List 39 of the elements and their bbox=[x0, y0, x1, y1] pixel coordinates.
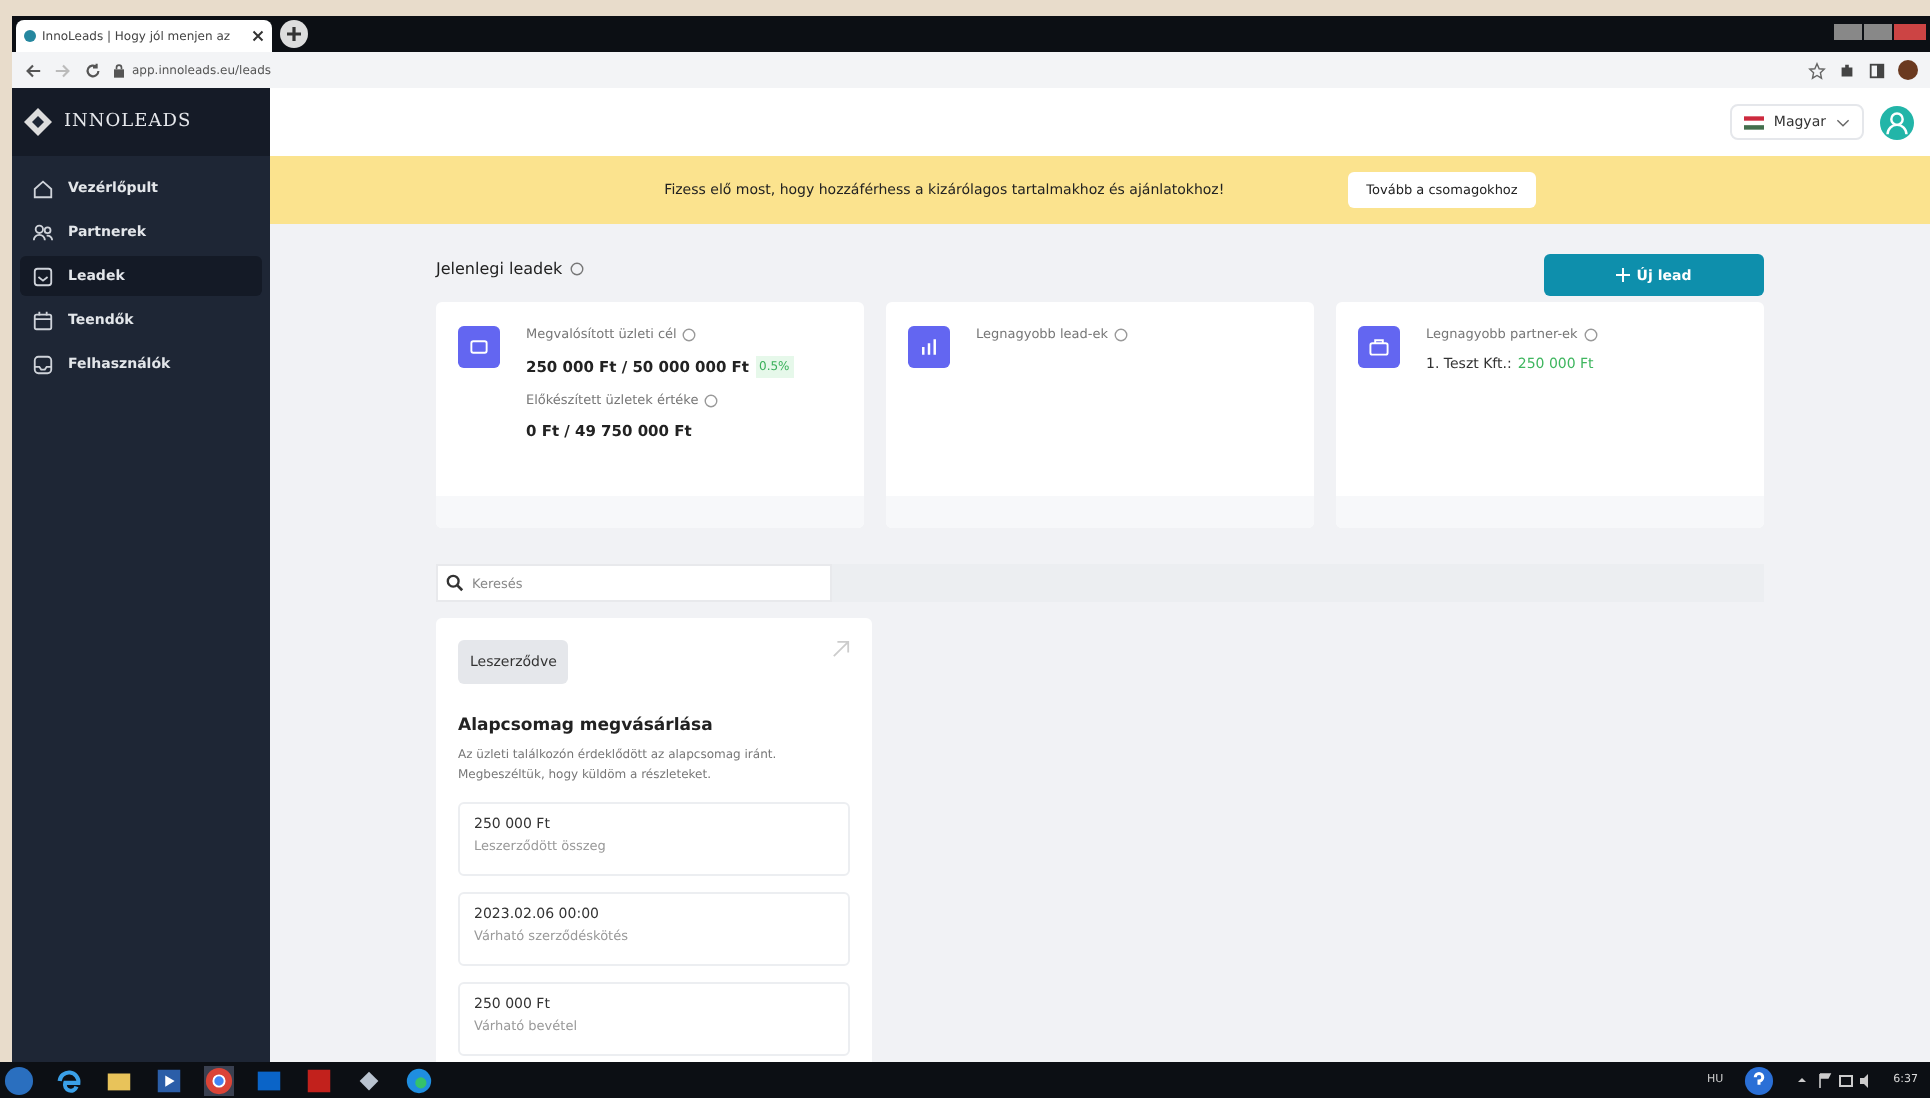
start-icon[interactable] bbox=[4, 1065, 34, 1095]
plus-icon bbox=[1616, 268, 1631, 282]
new-tab-icon[interactable] bbox=[280, 20, 308, 48]
profile-avatar[interactable] bbox=[1898, 60, 1918, 80]
wallet-icon bbox=[458, 326, 500, 368]
window-controls-icon[interactable] bbox=[1834, 22, 1926, 42]
chart-icon bbox=[908, 326, 950, 368]
info-icon[interactable] bbox=[704, 393, 719, 407]
calendar-icon bbox=[32, 309, 54, 331]
help-icon[interactable] bbox=[1743, 1065, 1774, 1095]
users-icon bbox=[32, 221, 54, 243]
sidebar-icon[interactable] bbox=[1868, 61, 1886, 79]
close-icon[interactable] bbox=[252, 30, 264, 42]
flag-icon bbox=[1743, 115, 1764, 129]
system-tray-icon[interactable] bbox=[1793, 1070, 1874, 1090]
diamond-logo-icon bbox=[24, 108, 52, 136]
media-player-icon[interactable] bbox=[154, 1065, 184, 1095]
info-icon[interactable] bbox=[1114, 327, 1129, 341]
reload-icon[interactable] bbox=[84, 61, 102, 79]
home-icon bbox=[32, 177, 54, 199]
browser-taskbar-icon[interactable] bbox=[54, 1065, 84, 1095]
star-icon[interactable] bbox=[1808, 61, 1826, 79]
briefcase-icon bbox=[1358, 326, 1400, 368]
info-icon[interactable] bbox=[1583, 327, 1598, 341]
page-title: Jelenlegi leadek bbox=[436, 260, 563, 278]
inbox-icon bbox=[32, 265, 54, 287]
info-icon[interactable] bbox=[570, 262, 585, 276]
edge-taskbar-icon[interactable] bbox=[404, 1065, 434, 1095]
lead-title: Alapcsomag megvásárlása bbox=[458, 716, 715, 736]
chrome-taskbar-icon[interactable] bbox=[204, 1065, 234, 1095]
search-icon bbox=[446, 574, 464, 592]
chevron-down-icon bbox=[1836, 117, 1850, 127]
back-icon[interactable] bbox=[24, 61, 42, 79]
favicon-icon bbox=[24, 30, 36, 42]
info-icon[interactable] bbox=[682, 327, 697, 341]
brand-name: INNOLEADS bbox=[64, 112, 192, 132]
extensions-icon[interactable] bbox=[1838, 61, 1856, 79]
user-avatar-icon[interactable] bbox=[1880, 105, 1914, 139]
tray-icon bbox=[32, 353, 54, 375]
